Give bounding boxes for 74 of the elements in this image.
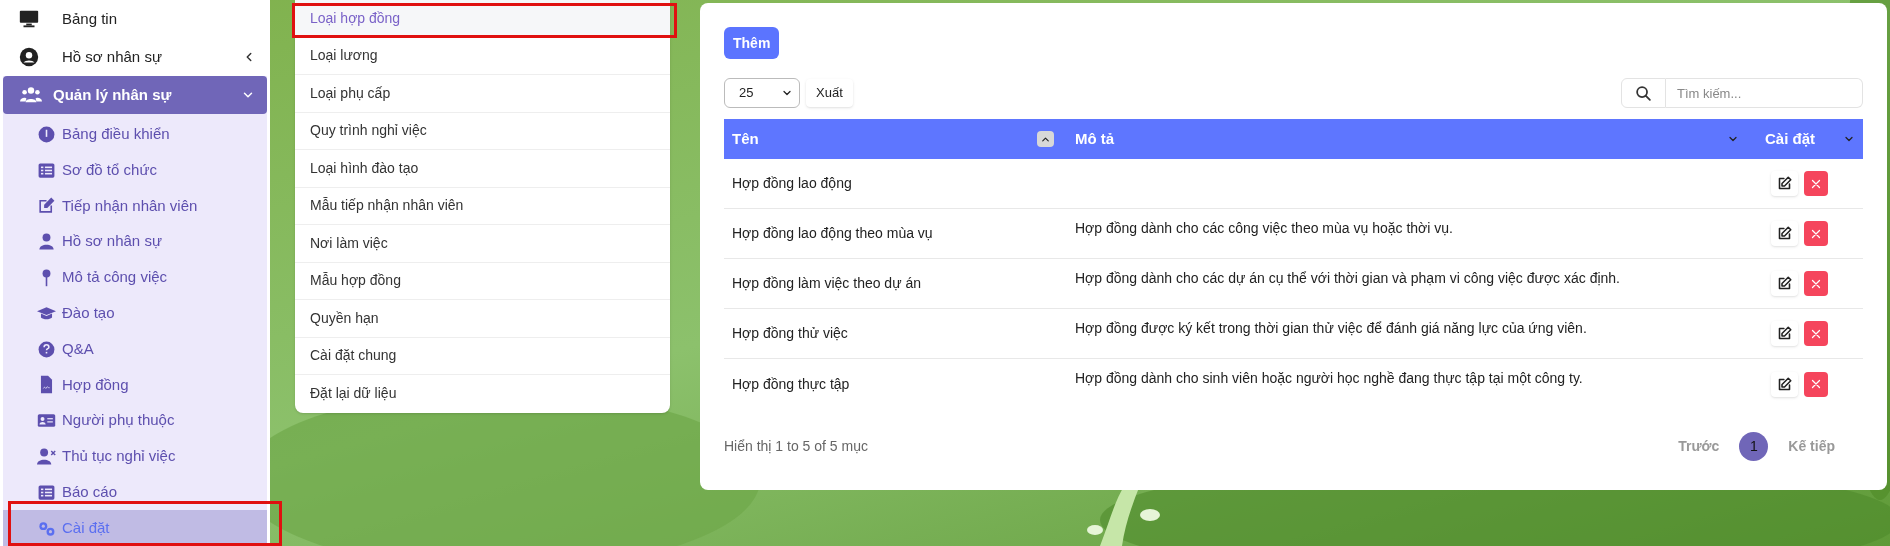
column-header: Tên xyxy=(732,128,759,149)
search-icon xyxy=(1635,84,1652,102)
menu-item[interactable]: Loại lương xyxy=(295,37,670,75)
table-cell: Hợp đồng dành cho sinh viên hoặc người học nghề đang thực tập tại một công ty. xyxy=(1075,370,1583,386)
sidebar-item[interactable]: Thủ tục nghỉ việc xyxy=(3,438,267,475)
edit-button[interactable] xyxy=(1771,371,1798,397)
sidebar-item[interactable]: Hồ sơ nhân sự xyxy=(0,38,270,77)
sidebar-item[interactable]: Hồ sơ nhân sự xyxy=(3,223,267,260)
menu-item[interactable]: Quyền hạn xyxy=(295,300,670,338)
sidebar-group[interactable]: Quản lý nhân sự xyxy=(3,76,267,115)
edit-icon xyxy=(1777,376,1792,392)
table-cell-text: Hợp đồng thử việc xyxy=(732,324,848,343)
table-cell: Hợp đồng dành cho các dự án cụ thể với thời gian và phạm vi công việc được xác định. xyxy=(1075,270,1620,286)
menu-item[interactable]: Cài đặt chung xyxy=(295,337,670,375)
search-button[interactable] xyxy=(1621,78,1666,108)
sidebar-item[interactable]: Bảng tin xyxy=(0,0,270,39)
edit-button[interactable] xyxy=(1771,221,1798,246)
close-icon xyxy=(1810,327,1822,340)
table-cell-text: Hợp đồng lao động theo mùa vụ xyxy=(732,224,933,243)
search-field[interactable]: Tìm kiếm... xyxy=(1666,78,1863,108)
delete-button[interactable] xyxy=(1804,271,1828,296)
list-icon xyxy=(37,482,56,502)
edit-icon xyxy=(1777,226,1792,241)
user-icon xyxy=(37,232,56,252)
page-button[interactable]: 1 xyxy=(1739,431,1769,461)
sidebar-item[interactable]: Bảng điều khiển xyxy=(3,116,267,153)
menu-item[interactable]: Mẫu tiếp nhận nhân viên xyxy=(295,187,670,225)
sidebar-item[interactable]: Sơ đồ tổ chức xyxy=(3,152,267,189)
delete-button[interactable] xyxy=(1804,321,1828,346)
table-cell-text: Hợp đồng làm việc theo dự án xyxy=(732,274,921,293)
close-icon xyxy=(1810,378,1822,390)
menu-item[interactable]: Mẫu hợp đồng xyxy=(295,262,670,300)
list-icon xyxy=(37,160,56,180)
table-cell: Hợp đồng dành cho các công việc theo mùa vụ hoặc thời vụ. xyxy=(1075,220,1453,236)
sidebar-item[interactable]: Đào tạo xyxy=(3,295,267,332)
edit-button[interactable] xyxy=(1771,271,1798,296)
menu-item[interactable]: Quy trình nghỉ việc xyxy=(295,112,670,150)
table-cell: Hợp đồng được ký kết trong thời gian thử việc để đánh giá năng lực của ứng viên. xyxy=(1075,320,1587,336)
edit-icon xyxy=(37,196,56,216)
edit-icon xyxy=(1777,276,1792,291)
sort-button[interactable] xyxy=(1037,131,1054,147)
export-button[interactable]: Xuất xyxy=(806,79,853,107)
edit-icon xyxy=(1777,326,1792,341)
sidebar-item[interactable]: Mô tả công việc xyxy=(3,259,267,296)
column-header: Cài đặt xyxy=(1765,128,1815,149)
sidebar-item[interactable]: Báo cáo xyxy=(3,474,267,511)
gauge-icon xyxy=(37,124,56,144)
add-button[interactable]: Thêm xyxy=(724,27,780,59)
user-remove-icon xyxy=(37,447,56,466)
delete-button[interactable] xyxy=(1804,371,1828,397)
question-icon xyxy=(37,339,56,359)
close-icon xyxy=(1810,227,1822,240)
user-circle-icon xyxy=(18,46,40,69)
menu-item[interactable]: Nơi làm việc xyxy=(295,225,670,263)
page-size-select[interactable]: 25 xyxy=(724,78,800,108)
menu-item[interactable]: Đặt lại dữ liệu xyxy=(295,375,670,413)
table-cell-text: Hợp đồng thực tập xyxy=(732,374,850,394)
menu-item[interactable]: Loại hình đào tạo xyxy=(295,150,670,188)
table-cell-text: Hợp đồng lao động xyxy=(732,174,852,193)
sidebar-item[interactable]: Hợp đồng xyxy=(3,367,267,403)
sidebar-item[interactable]: Người phụ thuộc xyxy=(3,402,267,439)
sidebar-item[interactable]: Q&A xyxy=(3,331,267,367)
close-icon xyxy=(1810,277,1822,290)
column-header: Mô tả xyxy=(1075,128,1115,149)
sidebar-item[interactable]: Tiếp nhận nhân viên xyxy=(3,188,267,224)
entries-summary: Hiển thị 1 to 5 of 5 mục xyxy=(724,436,868,456)
delete-button[interactable] xyxy=(1804,171,1828,196)
menu-item[interactable]: Loại phụ cấp xyxy=(295,75,670,113)
edit-icon xyxy=(1777,176,1792,191)
edit-button[interactable] xyxy=(1771,321,1798,346)
close-icon xyxy=(1810,177,1822,190)
edit-button[interactable] xyxy=(1771,171,1798,196)
delete-button[interactable] xyxy=(1804,221,1828,246)
page-size-value: 25 xyxy=(739,84,754,103)
